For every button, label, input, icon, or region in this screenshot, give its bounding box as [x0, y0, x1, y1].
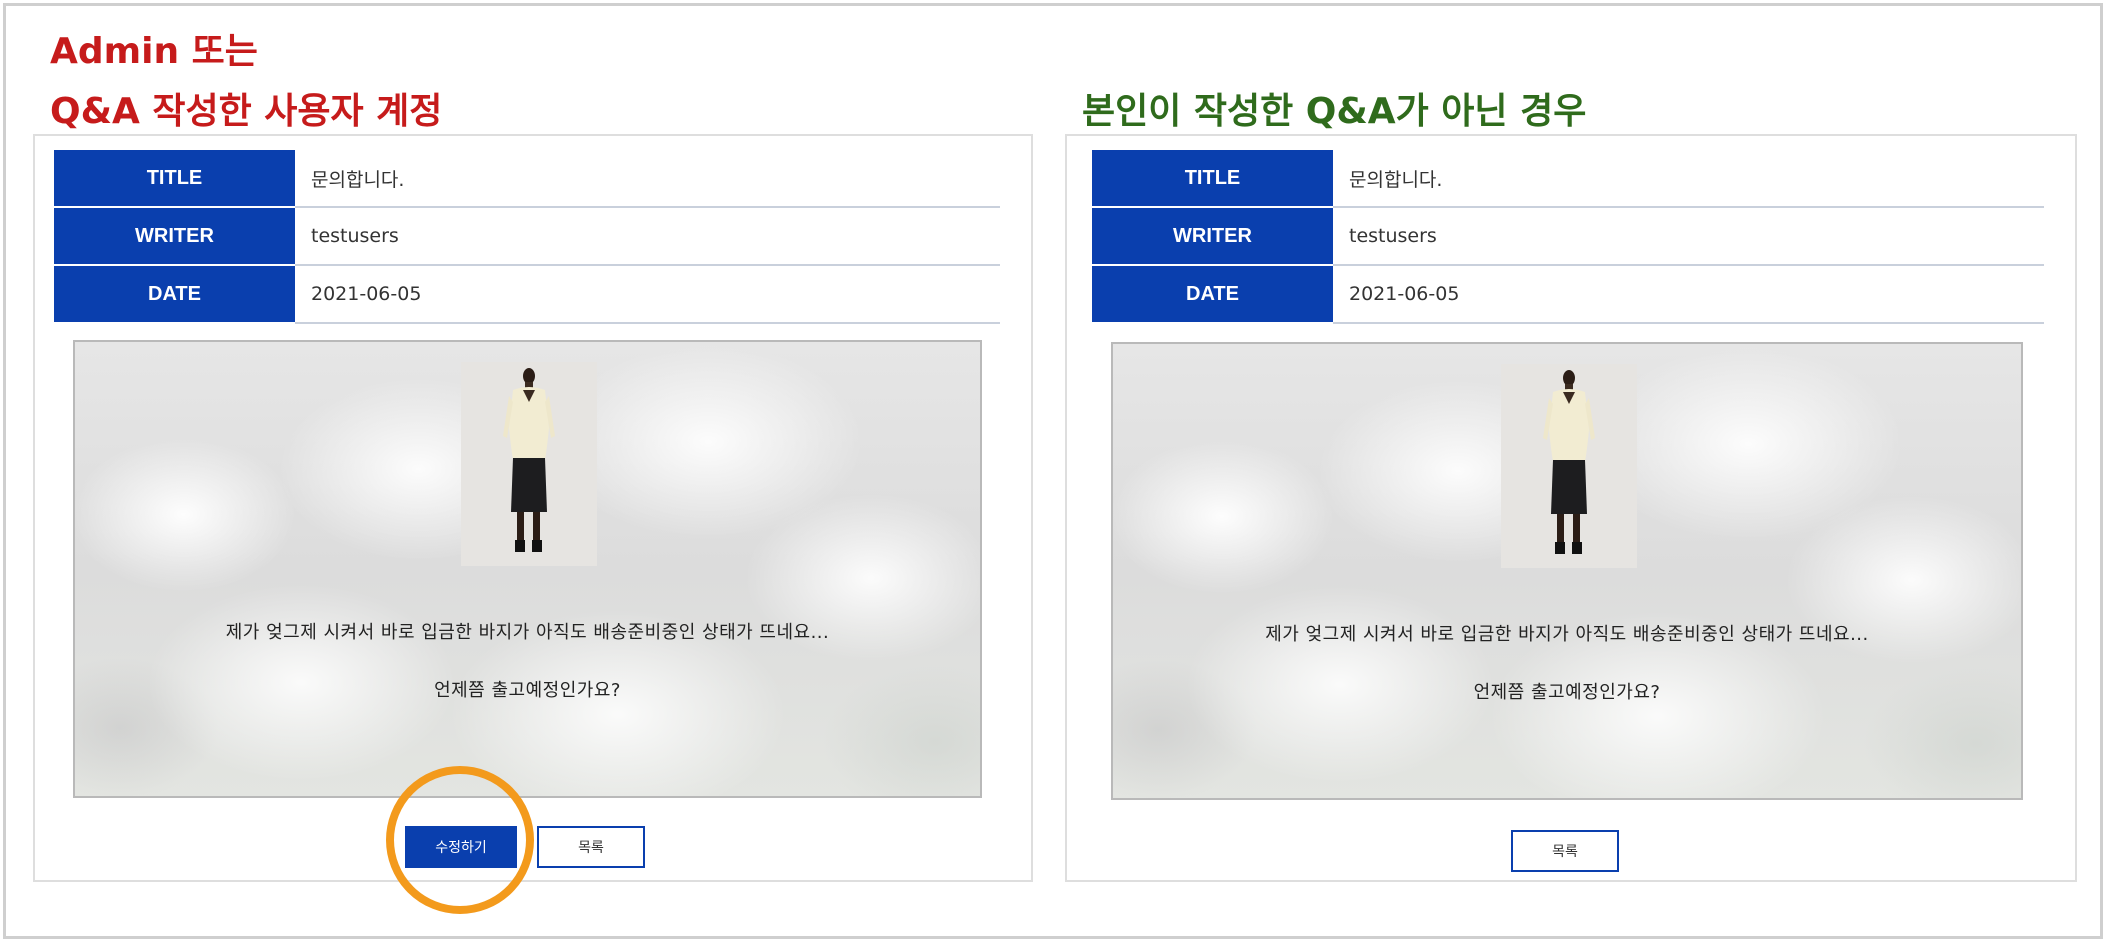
table-row: WRITER testusers [54, 207, 1000, 266]
qna-message-line2: 언제쯤 출고예정인가요? [434, 680, 621, 701]
writer-value: testusers [295, 207, 1000, 266]
date-label: DATE [54, 265, 295, 324]
qna-content-box: 제가 엊그제 시켜서 바로 입금한 바지가 아직도 배송준비중인 상태가 뜨네요… [1111, 342, 2023, 800]
list-button[interactable]: 목록 [537, 826, 645, 868]
qna-message-line1: 제가 엊그제 시켜서 바로 입금한 바지가 아직도 배송준비중인 상태가 뜨네요… [225, 622, 830, 643]
product-image [461, 362, 597, 566]
table-row: DATE 2021-06-05 [1092, 265, 2044, 324]
date-value: 2021-06-05 [1333, 265, 2044, 324]
title-label: TITLE [54, 150, 295, 208]
edit-button[interactable]: 수정하기 [405, 826, 517, 868]
qna-detail-panel-author: TITLE 문의합니다. WRITER testusers DATE 2021-… [33, 134, 1033, 882]
date-value: 2021-06-05 [295, 265, 1000, 324]
model-figure-icon [503, 368, 555, 552]
qna-message-line1: 제가 엊그제 시켜서 바로 입금한 바지가 아직도 배송준비중인 상태가 뜨네요… [1265, 624, 1869, 645]
model-figure-icon [1543, 370, 1595, 554]
heading-admin-or: Admin 또는 [50, 31, 258, 72]
qna-content-box: 제가 엊그제 시켜서 바로 입금한 바지가 아직도 배송준비중인 상태가 뜨네요… [73, 340, 982, 798]
title-label: TITLE [1092, 150, 1333, 208]
heading-qna-author-account: Q&A 작성한 사용자 계정 [50, 91, 443, 132]
product-image [1501, 364, 1637, 568]
title-value: 문의합니다. [295, 150, 1000, 208]
qna-info-table: TITLE 문의합니다. WRITER testusers DATE 2021-… [54, 150, 1000, 324]
table-row: WRITER testusers [1092, 207, 2044, 266]
table-row: TITLE 문의합니다. [54, 150, 1000, 208]
writer-value: testusers [1333, 207, 2044, 266]
heading-not-own-qna: 본인이 작성한 Q&A가 아닌 경우 [1082, 91, 1587, 132]
list-button[interactable]: 목록 [1511, 830, 1619, 872]
date-label: DATE [1092, 265, 1333, 324]
table-row: DATE 2021-06-05 [54, 265, 1000, 324]
title-value: 문의합니다. [1333, 150, 2044, 208]
qna-info-table: TITLE 문의합니다. WRITER testusers DATE 2021-… [1092, 150, 2044, 324]
qna-detail-panel-other-user: TITLE 문의합니다. WRITER testusers DATE 2021-… [1065, 134, 2077, 882]
qna-message-line2: 언제쯤 출고예정인가요? [1473, 682, 1661, 703]
writer-label: WRITER [54, 207, 295, 266]
writer-label: WRITER [1092, 207, 1333, 266]
table-row: TITLE 문의합니다. [1092, 150, 2044, 208]
